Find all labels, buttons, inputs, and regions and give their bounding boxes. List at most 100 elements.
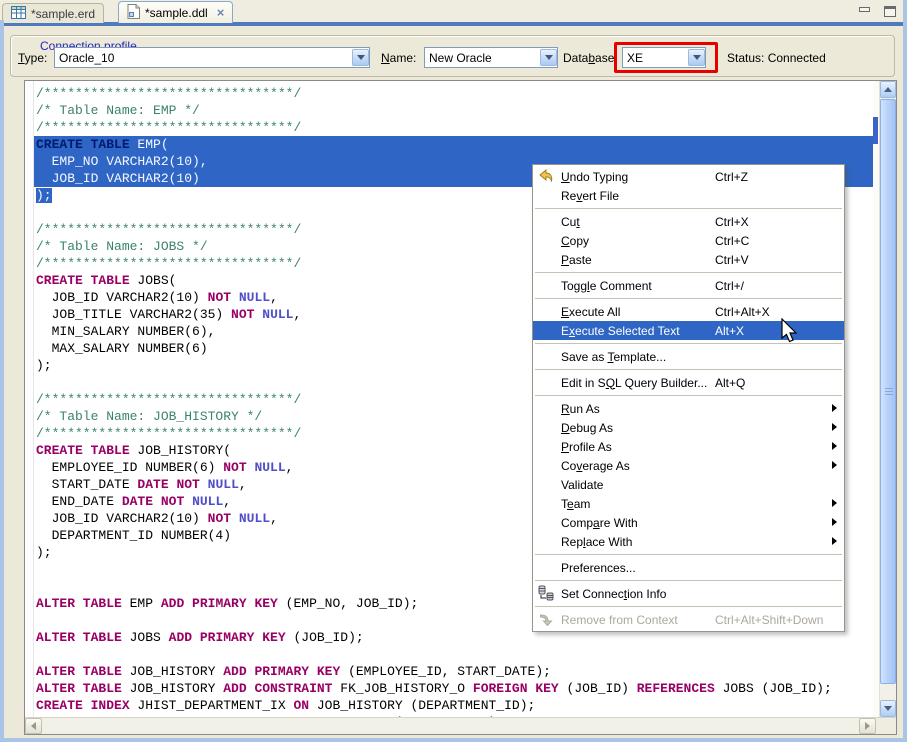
chevron-down-icon[interactable] — [540, 49, 557, 66]
chevron-down-icon[interactable] — [352, 49, 369, 66]
tab-label: *sample.ddl — [145, 6, 208, 20]
menu-item-revert-file[interactable]: Revert File — [533, 186, 844, 205]
menu-separator — [535, 580, 842, 581]
editor-tab-strip: *sample.erd *sample.ddl × — [0, 0, 907, 26]
editor-gutter — [25, 81, 34, 717]
tab-label: *sample.erd — [31, 7, 95, 21]
submenu-arrow-icon — [832, 461, 837, 469]
menu-item-label: Profile As — [561, 440, 715, 454]
ddl-file-icon — [127, 4, 140, 22]
menu-item-label: Run As — [561, 402, 715, 416]
vertical-scrollbar[interactable] — [879, 81, 896, 717]
scroll-up-button[interactable] — [880, 81, 896, 98]
tab-sample-ddl[interactable]: *sample.ddl × — [118, 1, 233, 23]
name-label: Name: — [381, 51, 416, 65]
type-combo[interactable]: Oracle_10 — [54, 47, 370, 68]
menu-item-label: Cut — [561, 215, 715, 229]
menu-item-label: Replace With — [561, 535, 715, 549]
menu-item-profile-as[interactable]: Profile As — [533, 437, 844, 456]
database-label: Database: — [563, 51, 618, 65]
connection-profile-panel: Connection profile Type: Oracle_10 Name:… — [0, 26, 899, 81]
menu-item-label: Set Connection Info — [561, 587, 715, 601]
menu-item-label: Coverage As — [561, 459, 715, 473]
scroll-right-button[interactable] — [859, 718, 876, 734]
status-text: Status: Connected — [727, 51, 826, 65]
menu-item-team[interactable]: Team — [533, 494, 844, 513]
horizontal-scrollbar[interactable] — [25, 717, 896, 734]
name-combo-value: New Oracle — [429, 51, 492, 65]
code-line: /* Table Name: EMP */ — [34, 102, 873, 119]
name-combo[interactable]: New Oracle — [424, 47, 558, 68]
menu-separator — [535, 554, 842, 555]
tab-sample-erd[interactable]: *sample.erd — [2, 3, 104, 23]
menu-item-label: Paste — [561, 253, 715, 267]
menu-item-label: Copy — [561, 234, 715, 248]
menu-item-label: Execute Selected Text — [561, 324, 715, 338]
menu-item-label: Remove from Context — [561, 613, 715, 627]
menu-item-replace-with[interactable]: Replace With — [533, 532, 844, 551]
menu-shortcut: Ctrl+X — [715, 215, 749, 229]
menu-item-toggle-comment[interactable]: Toggle CommentCtrl+/ — [533, 276, 844, 295]
scrollbar-corner — [876, 718, 896, 734]
minimize-icon[interactable] — [855, 4, 873, 18]
menu-item-run-as[interactable]: Run As — [533, 399, 844, 418]
menu-shortcut: Alt+X — [715, 324, 744, 338]
type-combo-value: Oracle_10 — [59, 51, 114, 65]
vertical-scrollbar-thumb[interactable] — [880, 99, 896, 684]
menu-item-label: Undo Typing — [561, 170, 715, 184]
selection-marker — [873, 117, 878, 144]
menu-item-label: Compare With — [561, 516, 715, 530]
menu-shortcut: Ctrl+C — [715, 234, 749, 248]
scroll-left-button[interactable] — [25, 718, 42, 734]
menu-item-undo-typing[interactable]: Undo TypingCtrl+Z — [533, 167, 844, 186]
code-line: /********************************/ — [34, 85, 873, 102]
code-line: ALTER TABLE JOB_HISTORY ADD CONSTRAINT F… — [34, 680, 873, 697]
close-icon[interactable]: × — [217, 7, 225, 19]
submenu-arrow-icon — [832, 404, 837, 412]
code-line: /********************************/ — [34, 119, 873, 136]
window-border-right — [903, 0, 907, 742]
menu-shortcut: Ctrl+Alt+Shift+Down — [715, 613, 823, 627]
code-line: CREATE INDEX JHIST_DEPARTMENT_IX ON JOB_… — [34, 697, 873, 714]
menu-item-label: Validate — [561, 478, 715, 492]
menu-item-label: Preferences... — [561, 561, 715, 575]
menu-separator — [535, 298, 842, 299]
menu-item-validate[interactable]: Validate — [533, 475, 844, 494]
red-highlight-annotation — [614, 42, 718, 73]
maximize-icon[interactable] — [881, 4, 899, 18]
menu-separator — [535, 272, 842, 273]
status-label: Status: — [727, 51, 764, 65]
menu-separator — [535, 208, 842, 209]
code-line — [34, 646, 873, 663]
scroll-down-button[interactable] — [880, 700, 896, 717]
menu-item-label: Team — [561, 497, 715, 511]
menu-item-debug-as[interactable]: Debug As — [533, 418, 844, 437]
menu-item-paste[interactable]: PasteCtrl+V — [533, 250, 844, 269]
menu-separator — [535, 395, 842, 396]
menu-item-coverage-as[interactable]: Coverage As — [533, 456, 844, 475]
menu-item-label: Execute All — [561, 305, 715, 319]
code-line: CREATE TABLE EMP( — [34, 136, 873, 153]
menu-shortcut: Ctrl+/ — [715, 279, 744, 293]
menu-item-label: Toggle Comment — [561, 279, 715, 293]
window-border-left — [0, 20, 4, 742]
menu-item-label: Revert File — [561, 189, 715, 203]
menu-item-compare-with[interactable]: Compare With — [533, 513, 844, 532]
menu-shortcut: Ctrl+V — [715, 253, 749, 267]
menu-item-label: Edit in SQL Query Builder... — [561, 376, 715, 390]
menu-item-cut[interactable]: CutCtrl+X — [533, 212, 844, 231]
context-menu: Undo TypingCtrl+ZRevert FileCutCtrl+XCop… — [532, 164, 845, 632]
code-line: ALTER TABLE JOB_HISTORY ADD PRIMARY KEY … — [34, 663, 873, 680]
menu-separator — [535, 369, 842, 370]
connection-info-icon — [538, 585, 554, 601]
menu-item-set-connection-info[interactable]: Set Connection Info — [533, 584, 844, 603]
menu-separator — [535, 606, 842, 607]
menu-item-edit-in-sql-query-builder[interactable]: Edit in SQL Query Builder...Alt+Q — [533, 373, 844, 392]
menu-item-preferences[interactable]: Preferences... — [533, 558, 844, 577]
menu-item-label: Debug As — [561, 421, 715, 435]
submenu-arrow-icon — [832, 442, 837, 450]
mouse-cursor — [781, 318, 803, 351]
submenu-arrow-icon — [832, 518, 837, 526]
table-icon — [11, 6, 26, 22]
menu-item-copy[interactable]: CopyCtrl+C — [533, 231, 844, 250]
